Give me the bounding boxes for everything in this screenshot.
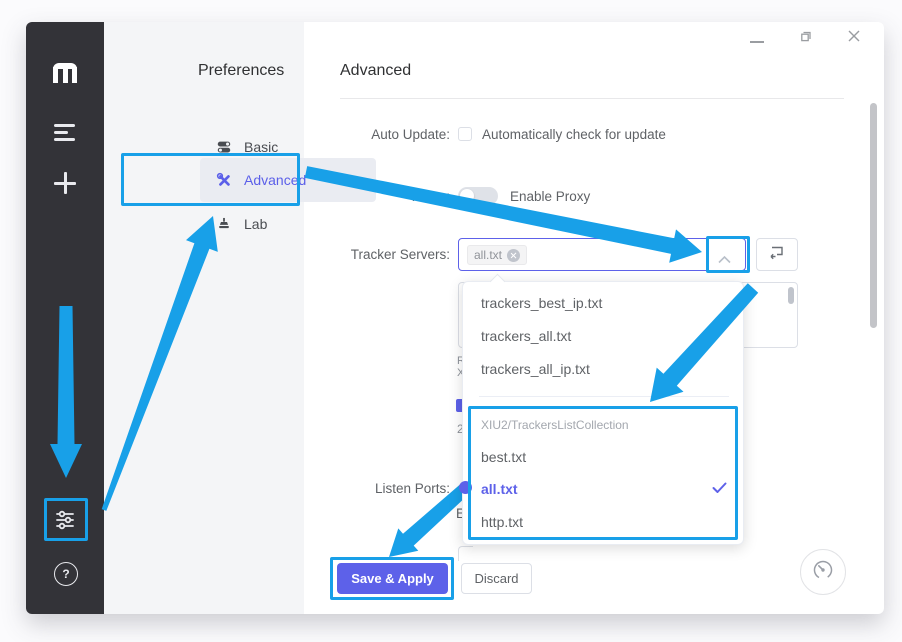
discard-button[interactable]: Discard (461, 563, 532, 594)
tracker-servers-select[interactable]: all.txt (458, 238, 746, 271)
dropdown-option[interactable]: http.txt (463, 506, 743, 539)
proxy-toggle-label: Enable Proxy (510, 189, 590, 204)
add-task-icon[interactable] (54, 172, 76, 194)
window-scrollbar[interactable] (870, 103, 877, 328)
page-title: Advanced (340, 62, 411, 80)
proxy-toggle[interactable] (458, 187, 498, 205)
speed-gauge-icon (811, 558, 835, 587)
listen-ports-label: Listen Ports: (300, 481, 450, 496)
sync-icon (768, 243, 786, 266)
minimize-icon[interactable] (750, 41, 764, 43)
screenshot-stage: ? Preferences Basic (0, 0, 902, 642)
selected-tag: all.txt (467, 245, 527, 265)
motrix-logo (53, 63, 77, 83)
dropdown-option[interactable]: trackers_all_ip.txt (463, 353, 743, 386)
tag-remove-icon[interactable] (507, 249, 520, 262)
preferences-panel: Preferences Basic (104, 22, 304, 614)
tracker-dropdown: trackers_best_ip.txt trackers_all.txt tr… (462, 281, 744, 545)
help-icon[interactable]: ? (54, 562, 78, 586)
sidebar-item-label: Basic (244, 139, 278, 155)
toggles-icon (216, 139, 232, 155)
auto-update-checkbox[interactable] (458, 127, 472, 141)
dropdown-divider (479, 396, 729, 397)
dropdown-option[interactable]: trackers_best_ip.txt (463, 287, 743, 320)
obscured-input-corner (458, 546, 473, 561)
textarea-scrollbar[interactable] (788, 287, 794, 304)
sidebar-item-lab[interactable]: Lab (200, 202, 376, 246)
tracker-servers-label: Tracker Servers: (300, 247, 450, 262)
dropdown-option[interactable]: best.txt (463, 441, 743, 474)
proxy-label: Proxy: (300, 189, 450, 204)
title-divider (340, 98, 844, 99)
tools-icon (216, 172, 232, 188)
speed-limit-button[interactable] (800, 549, 846, 595)
app-window: ? Preferences Basic (26, 22, 884, 614)
obscured-toggle-fragment (459, 481, 472, 494)
auto-update-label: Auto Update: (300, 127, 450, 142)
dropdown-group-label: XIU2/TrackersListCollection (481, 418, 629, 432)
preferences-sliders-icon[interactable] (54, 509, 76, 531)
stamp-icon (216, 216, 232, 232)
nav-sidebar: ? (26, 22, 104, 614)
dropdown-option[interactable]: trackers_all.txt (463, 320, 743, 353)
close-icon[interactable] (847, 29, 861, 43)
sync-tracker-button[interactable] (756, 238, 798, 271)
sidebar-item-label: Advanced (244, 172, 306, 188)
sidebar-item-label: Lab (244, 216, 267, 232)
restore-icon[interactable] (799, 29, 813, 43)
auto-update-checkbox-label: Automatically check for update (482, 127, 666, 142)
chevron-up-icon[interactable] (718, 251, 731, 269)
task-list-icon[interactable] (54, 122, 76, 142)
check-icon (712, 481, 727, 499)
save-apply-button[interactable]: Save & Apply (337, 563, 448, 594)
preferences-title: Preferences (198, 62, 284, 80)
dropdown-option-selected[interactable]: all.txt (463, 473, 743, 506)
